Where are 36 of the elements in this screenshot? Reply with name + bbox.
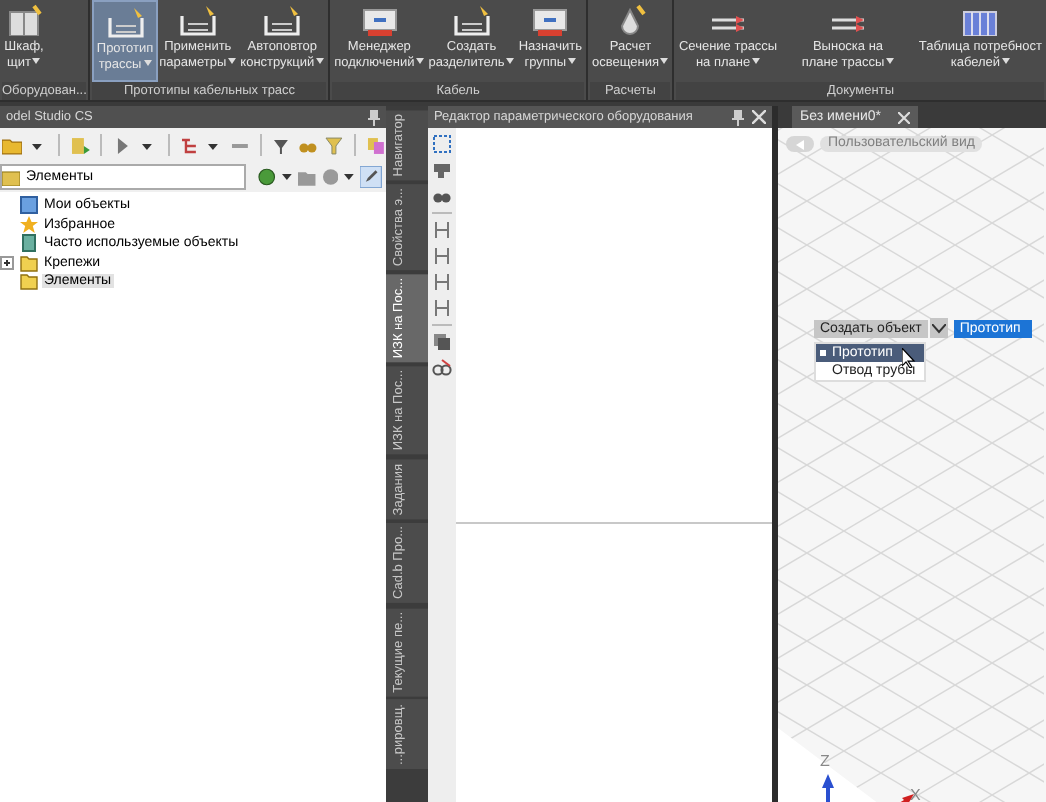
pin-icon[interactable]	[368, 109, 380, 125]
dimension-icon[interactable]	[432, 272, 452, 292]
dropdown-button[interactable]	[929, 318, 948, 338]
hierarchy-icon[interactable]	[179, 135, 199, 155]
globe-icon[interactable]	[258, 168, 277, 186]
axis-label: Z	[820, 752, 830, 770]
layers-icon[interactable]	[432, 332, 452, 352]
link-icon[interactable]	[432, 358, 452, 378]
select-icon[interactable]	[432, 134, 452, 154]
close-icon[interactable]	[897, 111, 909, 123]
cable-tray-icon	[451, 4, 492, 36]
objects-icon	[20, 196, 38, 215]
pin-icon[interactable]	[732, 109, 744, 125]
caret-icon[interactable]	[344, 174, 355, 180]
bullet-icon	[820, 350, 826, 356]
cabinet-icon	[4, 4, 44, 36]
pencil-icon[interactable]	[360, 166, 382, 188]
connection-manager-icon	[359, 4, 400, 36]
cable-tray-icon	[262, 4, 303, 36]
dimension-icon[interactable]	[432, 246, 452, 266]
z-axis-arrow	[822, 774, 834, 802]
axis-label: X	[910, 786, 921, 802]
expand-icon[interactable]	[0, 255, 14, 270]
dimension-icon[interactable]	[432, 220, 452, 240]
cable-tray-icon	[105, 6, 146, 38]
cursor-icon	[902, 348, 916, 368]
cable-tray-icon	[177, 4, 218, 36]
caret-icon[interactable]	[282, 174, 292, 180]
connection-manager-icon	[530, 4, 571, 36]
filter-icon[interactable]	[272, 135, 293, 155]
stamp-icon[interactable]	[432, 160, 452, 180]
copy-icon[interactable]	[366, 135, 386, 155]
star-icon	[20, 215, 38, 234]
dimension-icon[interactable]	[432, 298, 452, 318]
close-icon[interactable]	[752, 110, 766, 124]
caret-icon	[796, 139, 804, 149]
